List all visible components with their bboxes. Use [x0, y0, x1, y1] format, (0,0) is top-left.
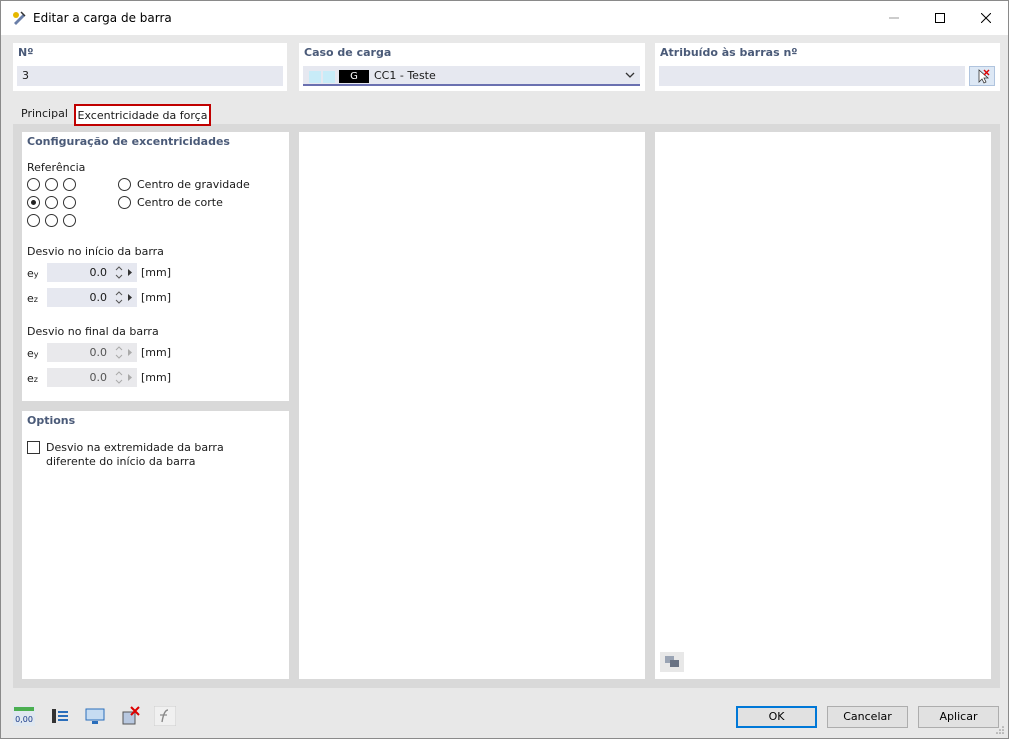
maximize-button[interactable]: [917, 1, 963, 35]
title-bar: Editar a carga de barra: [1, 1, 1008, 35]
pick-members-button[interactable]: [969, 66, 995, 86]
load-case-label: Caso de carga: [304, 46, 392, 59]
window-title: Editar a carga de barra: [33, 11, 172, 25]
tab-principal[interactable]: Principal: [15, 104, 73, 126]
start-offset-title: Desvio no início da barra: [27, 245, 164, 258]
e-letter: e: [27, 292, 34, 305]
app-load-icon: [13, 11, 26, 25]
chevron-down-icon: [625, 72, 635, 78]
numeric-values-text: 0,00: [15, 715, 33, 724]
load-case-type-badge: G: [339, 70, 369, 83]
tab-eccentricity[interactable]: Excentricidade da força: [74, 104, 211, 126]
number-group: Nº 3: [13, 43, 287, 91]
ey-end-label: ey: [27, 347, 39, 360]
ey-start-label: ey: [27, 267, 39, 280]
different-end-offset-label-line2: diferente do início da barra: [46, 455, 196, 468]
eccentricity-panel: Configuração de excentricidades Referênc…: [22, 132, 289, 401]
reference-radio-bottom-right[interactable]: [63, 214, 76, 227]
member-list-icon[interactable]: [49, 706, 71, 726]
reference-label: Referência: [27, 161, 86, 174]
close-icon: [981, 13, 991, 23]
unit-label: [mm]: [141, 346, 172, 359]
number-label: Nº: [18, 46, 34, 59]
reference-radio-middle-left[interactable]: [27, 196, 40, 209]
different-end-offset-label-line1: Desvio na extremidade da barra: [46, 441, 224, 454]
number-field[interactable]: 3: [17, 66, 283, 86]
delete-member-icon[interactable]: [119, 706, 141, 726]
assigned-members-group: Atribuído às barras nº: [655, 43, 1000, 91]
graphic-panel: [655, 132, 991, 679]
spinner-icon: [115, 346, 123, 359]
arrow-right-icon: [128, 374, 132, 381]
ok-button[interactable]: OK: [736, 706, 817, 728]
load-case-group: Caso de carga G CC1 - Teste: [299, 43, 645, 91]
different-end-offset-checkbox[interactable]: [27, 441, 40, 454]
view-settings-icon[interactable]: [660, 652, 684, 672]
reference-radio-middle-right[interactable]: [63, 196, 76, 209]
assigned-members-label: Atribuído às barras nº: [660, 46, 798, 59]
unit-label: [mm]: [141, 371, 172, 384]
ez-end-label: ez: [27, 372, 38, 385]
maximize-icon: [935, 13, 945, 23]
spinner-icon: [115, 371, 123, 384]
ez-start-label: ez: [27, 292, 38, 305]
z-subscript: z: [33, 375, 38, 384]
load-case-swatch: [309, 71, 321, 83]
reference-radio-top-left[interactable]: [27, 178, 40, 191]
formula-icon[interactable]: [154, 706, 176, 726]
arrow-right-icon[interactable]: [126, 263, 134, 282]
minimize-button[interactable]: [871, 1, 917, 35]
end-offset-title: Desvio no final da barra: [27, 325, 159, 338]
arrow-right-icon[interactable]: [126, 288, 134, 307]
y-subscript: y: [33, 270, 39, 279]
unit-label: [mm]: [141, 266, 172, 279]
center-gravity-radio[interactable]: [118, 178, 131, 191]
eccentricity-title: Configuração de excentricidades: [27, 135, 230, 148]
load-case-dropdown[interactable]: G CC1 - Teste: [303, 66, 640, 86]
load-case-value: CC1 - Teste: [374, 69, 436, 82]
display-view-icon[interactable]: [84, 706, 106, 726]
arrow-right-icon: [128, 349, 132, 356]
assigned-members-field[interactable]: [659, 66, 965, 86]
spinner-icon[interactable]: [114, 288, 124, 307]
reference-radio-bottom-center[interactable]: [45, 214, 58, 227]
preview-panel: [299, 132, 645, 679]
pick-cursor-icon: [978, 69, 990, 84]
cancel-button[interactable]: Cancelar: [827, 706, 908, 728]
options-title: Options: [27, 414, 76, 427]
e-letter: e: [27, 267, 34, 280]
dialog-window: Editar a carga de barra Nº 3 Caso de car…: [0, 0, 1009, 739]
apply-button[interactable]: Aplicar: [918, 706, 999, 728]
reference-radio-top-right[interactable]: [63, 178, 76, 191]
z-subscript: z: [33, 295, 38, 304]
spinner-icon[interactable]: [114, 263, 124, 282]
center-shear-radio[interactable]: [118, 196, 131, 209]
e-letter: e: [27, 347, 34, 360]
options-panel: Options Desvio na extremidade da barra d…: [22, 411, 289, 679]
numeric-values-icon[interactable]: 0,00: [13, 706, 35, 726]
minimize-icon: [889, 17, 899, 19]
close-button[interactable]: [963, 1, 1009, 35]
reference-radio-middle-center[interactable]: [45, 196, 58, 209]
center-gravity-label: Centro de gravidade: [137, 178, 250, 191]
center-shear-label: Centro de corte: [137, 196, 223, 209]
reference-radio-bottom-left[interactable]: [27, 214, 40, 227]
resize-grip-icon[interactable]: [995, 725, 1005, 735]
e-letter: e: [27, 372, 34, 385]
load-case-swatch: [323, 71, 335, 83]
reference-radio-top-center[interactable]: [45, 178, 58, 191]
unit-label: [mm]: [141, 291, 172, 304]
y-subscript: y: [33, 350, 39, 359]
